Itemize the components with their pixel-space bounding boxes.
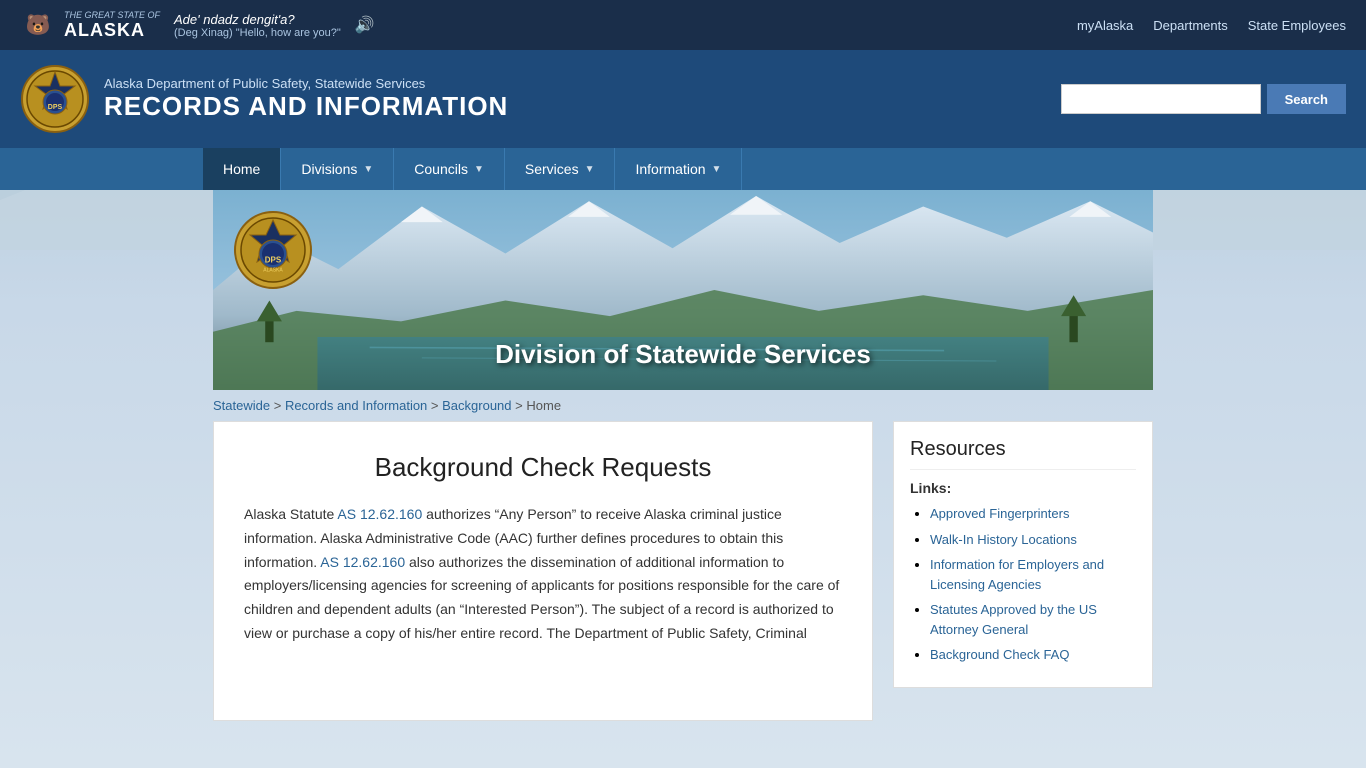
breadcrumb-sep1: > bbox=[274, 398, 285, 413]
nav-divisions-label: Divisions bbox=[301, 161, 357, 177]
main-body-text: Alaska Statute AS 12.62.160 authorizes “… bbox=[244, 503, 842, 646]
resources-heading: Resources bbox=[910, 438, 1136, 470]
nav-divisions-arrow: ▼ bbox=[363, 164, 373, 175]
header-main-title: RECORDS AND INFORMATION bbox=[104, 91, 508, 122]
alaska-native-text: Ade' ndadz dengit'a? bbox=[174, 12, 341, 27]
statute-link-1[interactable]: AS 12.62.160 bbox=[337, 506, 422, 522]
alaska-logo-area: 🐻 THE GREAT STATE OF ALASKA bbox=[20, 7, 160, 43]
body-intro: Alaska Statute bbox=[244, 506, 337, 522]
list-item: Background Check FAQ bbox=[930, 645, 1136, 665]
nav-councils-label: Councils bbox=[414, 161, 468, 177]
svg-text:ALASKA: ALASKA bbox=[263, 267, 283, 273]
statute-link-2[interactable]: AS 12.62.160 bbox=[320, 554, 405, 570]
alaska-translation-text: (Deg Xinag) "Hello, how are you?" bbox=[174, 27, 341, 39]
alaska-bear-icon: 🐻 bbox=[20, 7, 56, 43]
nav-information-arrow: ▼ bbox=[712, 164, 722, 175]
links-label: Links: bbox=[910, 480, 1136, 496]
departments-link[interactable]: Departments bbox=[1153, 18, 1227, 33]
nav-divisions[interactable]: Divisions ▼ bbox=[281, 148, 394, 190]
great-state-label: THE GREAT STATE OF bbox=[64, 10, 160, 20]
breadcrumb: Statewide > Records and Information > Ba… bbox=[213, 390, 1153, 421]
sidebar: Resources Links: Approved Fingerprinters… bbox=[893, 421, 1153, 688]
breadcrumb-home: Home bbox=[526, 398, 561, 413]
breadcrumb-sep2: > bbox=[431, 398, 442, 413]
top-bar-left: 🐻 THE GREAT STATE OF ALASKA Ade' ndadz d… bbox=[20, 7, 375, 43]
nav-councils[interactable]: Councils ▼ bbox=[394, 148, 505, 190]
alaska-subtitle-area: Ade' ndadz dengit'a? (Deg Xinag) "Hello,… bbox=[174, 12, 341, 39]
speaker-icon: 🔊 bbox=[355, 15, 375, 35]
list-item: Statutes Approved by the US Attorney Gen… bbox=[930, 600, 1136, 639]
link-statutes-approved[interactable]: Statutes Approved by the US Attorney Gen… bbox=[930, 602, 1097, 637]
alaska-brand: THE GREAT STATE OF ALASKA bbox=[64, 10, 160, 41]
top-bar-right: myAlaska Departments State Employees bbox=[1077, 18, 1346, 33]
breadcrumb-statewide[interactable]: Statewide bbox=[213, 398, 270, 413]
svg-text:DPS: DPS bbox=[265, 256, 282, 265]
search-input[interactable] bbox=[1061, 84, 1261, 114]
list-item: Information for Employers and Licensing … bbox=[930, 555, 1136, 594]
hero-badge-overlay: DPS ALASKA bbox=[233, 210, 313, 290]
search-area: Search bbox=[1061, 84, 1346, 114]
badge-icon: DPS bbox=[20, 64, 90, 134]
state-employees-link[interactable]: State Employees bbox=[1248, 18, 1346, 33]
nav-services-label: Services bbox=[525, 161, 579, 177]
breadcrumb-records[interactable]: Records and Information bbox=[285, 398, 427, 413]
hero-text-overlay: Division of Statewide Services bbox=[495, 339, 871, 370]
myalaska-link[interactable]: myAlaska bbox=[1077, 18, 1133, 33]
main-nav: Home Divisions ▼ Councils ▼ Services ▼ I… bbox=[0, 148, 1366, 190]
list-item: Walk-In History Locations bbox=[930, 530, 1136, 550]
nav-services-arrow: ▼ bbox=[585, 164, 595, 175]
alaska-title-text: ALASKA bbox=[64, 20, 145, 40]
list-item: Approved Fingerprinters bbox=[930, 504, 1136, 524]
breadcrumb-background[interactable]: Background bbox=[442, 398, 511, 413]
resources-box: Resources Links: Approved Fingerprinters… bbox=[893, 421, 1153, 688]
top-bar: 🐻 THE GREAT STATE OF ALASKA Ade' ndadz d… bbox=[0, 0, 1366, 50]
link-info-employers[interactable]: Information for Employers and Licensing … bbox=[930, 557, 1104, 592]
svg-text:🐻: 🐻 bbox=[26, 13, 51, 37]
search-button[interactable]: Search bbox=[1267, 84, 1346, 114]
page-wrapper: DPS ALASKA Division of Statewide Service… bbox=[203, 190, 1163, 751]
nav-information-label: Information bbox=[635, 161, 705, 177]
page-heading: Background Check Requests bbox=[244, 452, 842, 483]
nav-councils-arrow: ▼ bbox=[474, 164, 484, 175]
header-left: DPS Alaska Department of Public Safety, … bbox=[20, 64, 508, 134]
site-header: DPS Alaska Department of Public Safety, … bbox=[0, 50, 1366, 148]
nav-home-label: Home bbox=[223, 161, 260, 177]
header-title-block: Alaska Department of Public Safety, Stat… bbox=[104, 76, 508, 122]
nav-home[interactable]: Home bbox=[203, 148, 281, 190]
content-area: Background Check Requests Alaska Statute… bbox=[213, 421, 1153, 721]
svg-text:DPS: DPS bbox=[48, 104, 63, 111]
nav-services[interactable]: Services ▼ bbox=[505, 148, 616, 190]
nav-information[interactable]: Information ▼ bbox=[615, 148, 742, 190]
hero-banner: DPS ALASKA Division of Statewide Service… bbox=[213, 190, 1153, 390]
breadcrumb-sep3: > bbox=[515, 398, 526, 413]
resources-links: Approved Fingerprinters Walk-In History … bbox=[910, 504, 1136, 665]
link-background-faq[interactable]: Background Check FAQ bbox=[930, 647, 1069, 662]
main-content: Background Check Requests Alaska Statute… bbox=[213, 421, 873, 721]
link-walkin-history[interactable]: Walk-In History Locations bbox=[930, 532, 1077, 547]
link-approved-fingerprinters[interactable]: Approved Fingerprinters bbox=[930, 506, 1069, 521]
header-subtitle: Alaska Department of Public Safety, Stat… bbox=[104, 76, 508, 91]
